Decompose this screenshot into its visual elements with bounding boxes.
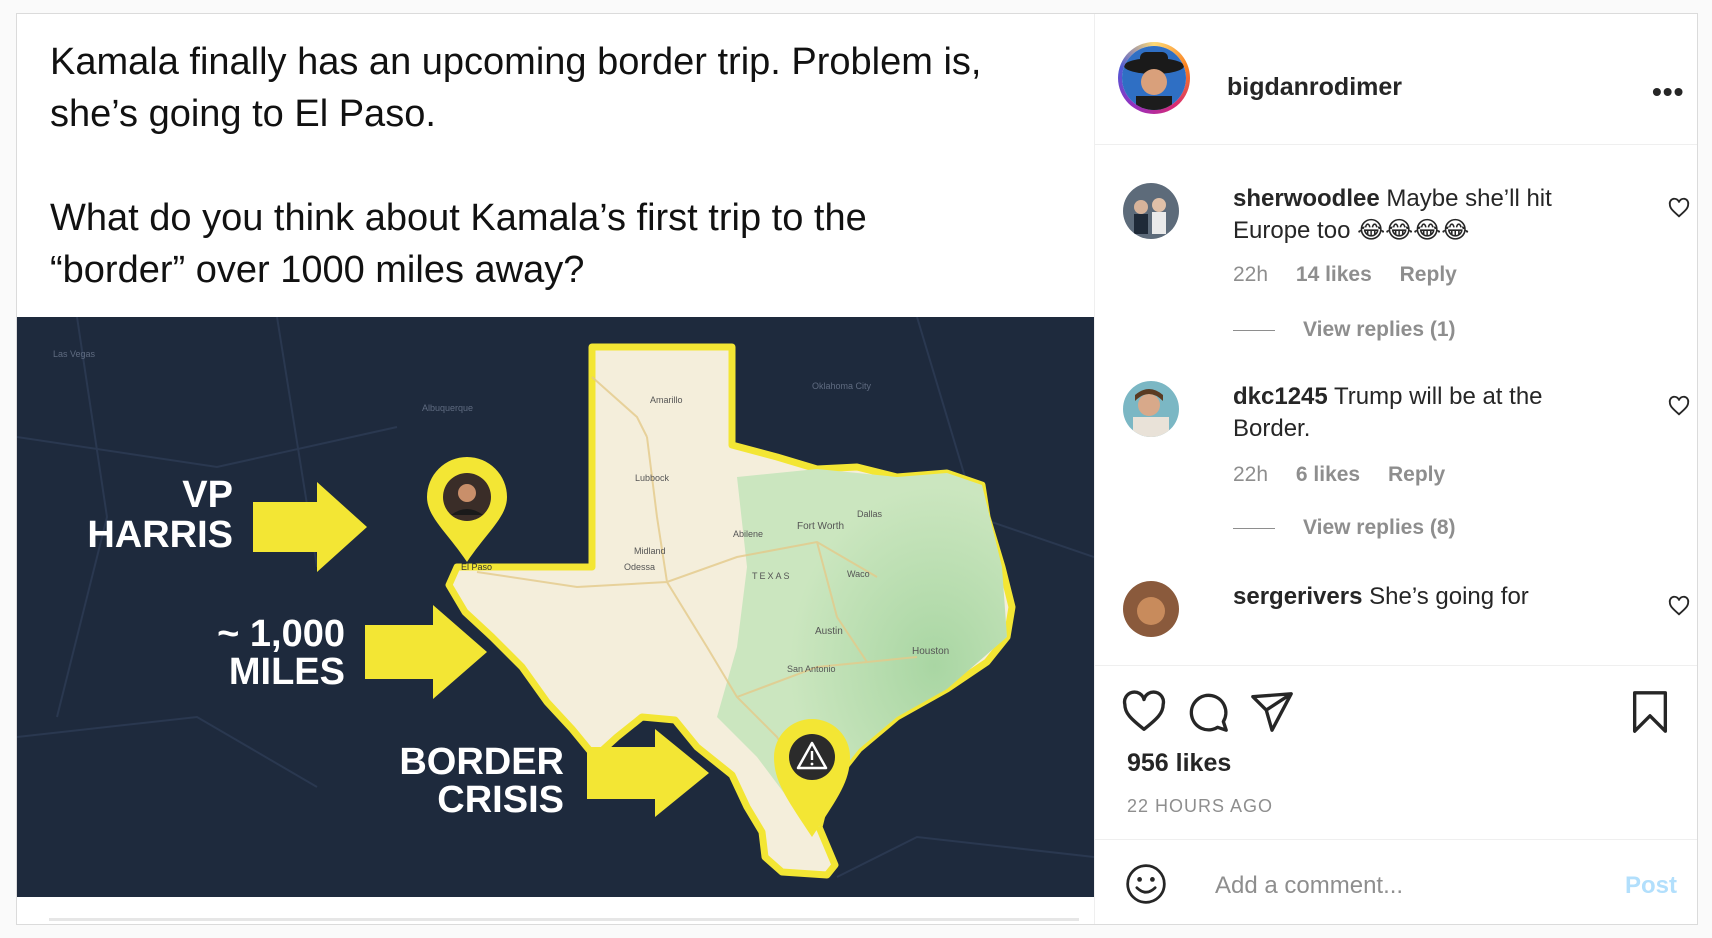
comment-like-heart-icon[interactable] — [1668, 395, 1690, 417]
comment-avatar[interactable] — [1123, 183, 1179, 239]
comment-reply-button[interactable]: Reply — [1400, 263, 1457, 286]
city-dallas: Dallas — [857, 509, 883, 519]
comment-likes[interactable]: 14 likes — [1296, 263, 1372, 286]
comment-like-heart-icon[interactable] — [1668, 595, 1690, 617]
post-like-count[interactable]: 956 likes — [1127, 749, 1231, 778]
replies-line — [1233, 527, 1275, 529]
view-replies-label: View replies (1) — [1303, 318, 1456, 341]
author-username[interactable]: bigdanrodimer — [1227, 73, 1402, 102]
post-header: bigdanrodimer ••• — [1095, 14, 1697, 145]
post-media: Kamala finally has an upcoming border tr… — [17, 14, 1095, 924]
city-austin: Austin — [815, 626, 843, 637]
label-miles-value: ~ 1,000 — [217, 613, 345, 655]
replies-line — [1233, 329, 1275, 331]
comment-time: 22h — [1233, 263, 1269, 286]
comment-text: dkc1245 Trump will be at the Border. — [1233, 381, 1613, 445]
label-vp: VP — [182, 474, 233, 516]
more-options-icon[interactable]: ••• — [1652, 76, 1684, 108]
comment-reply-button[interactable]: Reply — [1388, 463, 1445, 486]
post-side-panel: bigdanrodimer ••• sherwoodlee Maybe she’… — [1095, 14, 1697, 924]
comment-avatar[interactable] — [1123, 381, 1179, 437]
label-miles: MILES — [229, 651, 345, 693]
comment-like-heart-icon[interactable] — [1668, 197, 1690, 219]
comment-text: sergerivers She’s going for — [1233, 581, 1613, 613]
city-midland: Midland — [634, 546, 666, 556]
city-abilene: Abilene — [733, 529, 763, 539]
city-albuquerque: Albuquerque — [422, 403, 473, 413]
view-replies-button[interactable]: View replies (8) — [1233, 516, 1456, 540]
comment-username[interactable]: sherwoodlee — [1233, 185, 1380, 212]
city-houston: Houston — [912, 646, 949, 657]
city-las-vegas: Las Vegas — [53, 349, 96, 359]
label-crisis: CRISIS — [437, 779, 564, 821]
city-fort-worth: Fort Worth — [797, 521, 844, 532]
city-san-antonio: San Antonio — [787, 664, 836, 674]
comment-username[interactable]: sergerivers — [1233, 583, 1362, 610]
like-heart-icon[interactable] — [1121, 689, 1167, 735]
instagram-post: Kamala finally has an upcoming border tr… — [16, 13, 1698, 925]
comment-meta: 22h 14 likes Reply — [1233, 263, 1479, 287]
city-odessa: Odessa — [624, 562, 655, 572]
media-divider — [49, 918, 1079, 921]
state-texas-label: TEXAS — [752, 571, 792, 581]
share-paper-plane-icon[interactable] — [1249, 689, 1295, 735]
comment-avatar[interactable] — [1123, 581, 1179, 637]
post-comment-button[interactable]: Post — [1625, 872, 1677, 900]
save-bookmark-icon[interactable] — [1627, 689, 1673, 735]
comment-bubble-icon[interactable] — [1185, 689, 1231, 735]
city-waco: Waco — [847, 569, 870, 579]
comment-text: sherwoodlee Maybe she’ll hit Europe too … — [1233, 183, 1613, 247]
view-replies-label: View replies (8) — [1303, 516, 1456, 539]
post-actions-bar — [1095, 669, 1697, 759]
city-amarillo: Amarillo — [650, 395, 683, 405]
comment-time: 22h — [1233, 463, 1269, 486]
add-comment-input[interactable] — [1213, 868, 1597, 904]
comment-body: She’s going for — [1369, 583, 1529, 610]
post-timestamp[interactable]: 22 HOURS AGO — [1127, 796, 1273, 817]
city-oklahoma-city: Oklahoma City — [812, 381, 872, 391]
view-replies-button[interactable]: View replies (1) — [1233, 318, 1456, 342]
emoji-smiley-icon[interactable] — [1124, 862, 1168, 906]
texas-map-image: Amarillo Lubbock Fort Worth Dallas Abile… — [17, 317, 1094, 897]
city-lubbock: Lubbock — [635, 473, 670, 483]
label-harris: HARRIS — [87, 514, 233, 556]
label-border: BORDER — [399, 741, 564, 783]
city-el-paso: El Paso — [461, 562, 492, 572]
comment-likes[interactable]: 6 likes — [1296, 463, 1360, 486]
comment-username[interactable]: dkc1245 — [1233, 383, 1328, 410]
media-caption-text: Kamala finally has an upcoming border tr… — [50, 41, 982, 291]
comment-meta: 22h 6 likes Reply — [1233, 463, 1467, 487]
comments-list[interactable]: sherwoodlee Maybe she’ll hit Europe too … — [1095, 145, 1697, 666]
add-comment-form: Post — [1095, 839, 1697, 924]
author-avatar[interactable] — [1118, 42, 1190, 114]
